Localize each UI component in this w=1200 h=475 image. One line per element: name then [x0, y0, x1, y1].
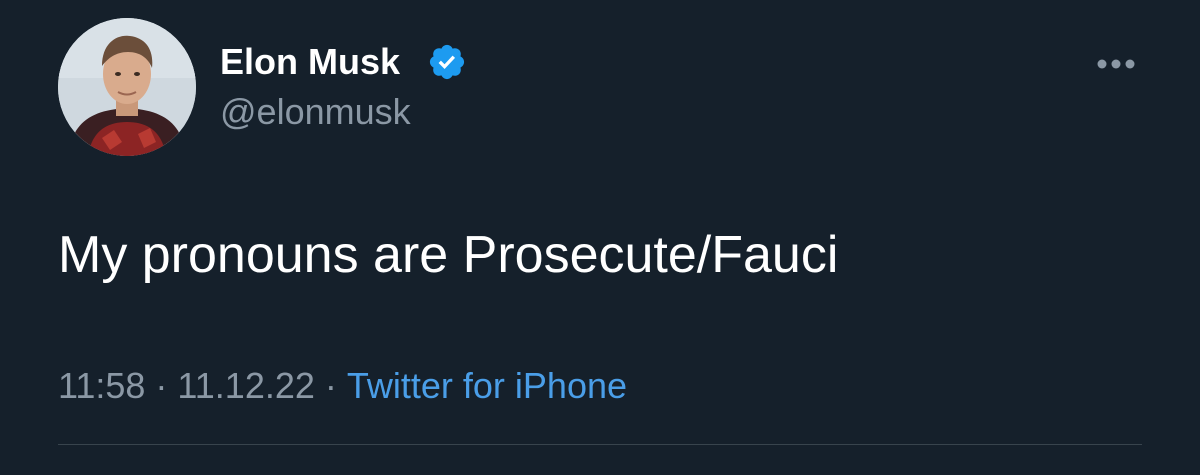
author-handle[interactable]: @elonmusk [220, 88, 411, 136]
divider [58, 444, 1142, 445]
tweet-time[interactable]: 11:58 [58, 365, 145, 406]
more-options-icon[interactable] [1092, 52, 1140, 76]
tweet-card: Elon Musk @elonmusk My pronouns are Pros… [0, 0, 1200, 475]
tweet-text: My pronouns are Prosecute/Fauci [58, 226, 839, 284]
tweet-date[interactable]: 11.12.22 [177, 365, 314, 406]
author-display-name[interactable]: Elon Musk [220, 38, 400, 86]
meta-separator: · [324, 365, 337, 406]
meta-separator: · [155, 365, 168, 406]
tweet-source-link[interactable]: Twitter for iPhone [347, 365, 627, 406]
tweet-metadata: 11:58 · 11.12.22 · Twitter for iPhone [58, 362, 627, 410]
avatar-image [58, 18, 196, 156]
avatar[interactable] [58, 18, 196, 156]
verified-badge-icon [427, 42, 467, 82]
